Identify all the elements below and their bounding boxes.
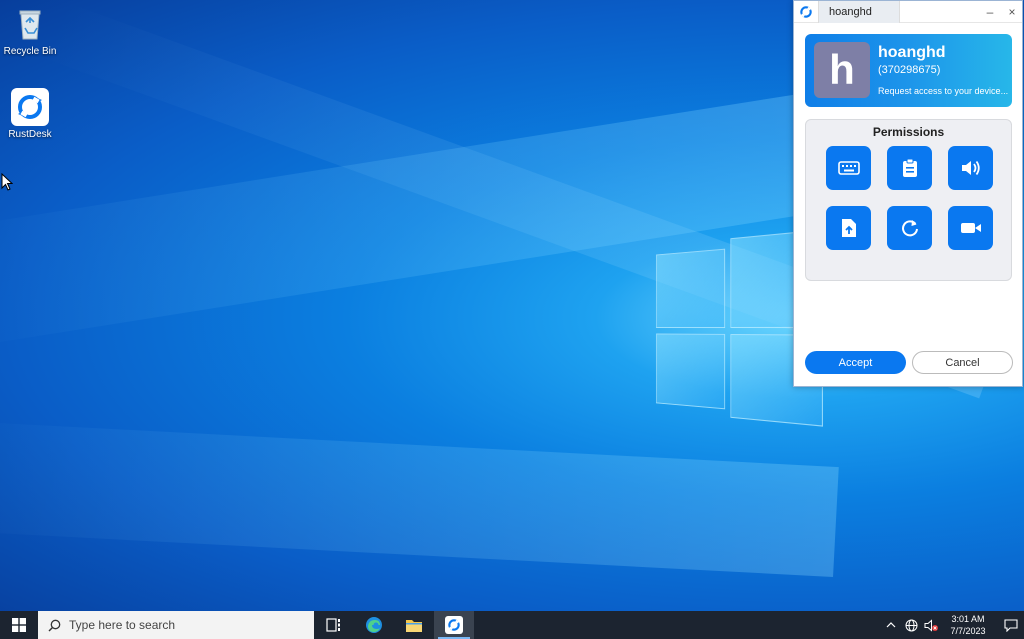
task-view-icon	[326, 618, 340, 632]
permission-recording-button[interactable]	[948, 206, 993, 250]
search-icon	[48, 619, 61, 631]
accept-button[interactable]: Accept	[805, 351, 906, 374]
file-transfer-icon	[841, 219, 856, 237]
recycle-bin-icon	[11, 5, 49, 43]
taskbar: Type here to search 3:01 AM 7/7/2023	[0, 611, 1024, 639]
desktop-icon-rustdesk[interactable]: RustDesk	[0, 88, 60, 140]
rustdesk-connection-window: hoanghd – × h hoanghd (370298675) Reques…	[793, 0, 1023, 387]
peer-id: (370298675)	[878, 64, 941, 76]
recording-icon	[960, 223, 981, 233]
clipboard-icon	[902, 158, 917, 177]
volume-muted-icon[interactable]	[924, 618, 938, 632]
permission-clipboard-button[interactable]	[887, 146, 932, 190]
permission-file-transfer-button[interactable]	[826, 206, 871, 250]
rustdesk-icon	[11, 88, 49, 126]
minimize-button[interactable]: –	[984, 5, 996, 19]
mouse-cursor-icon	[1, 173, 13, 191]
taskbar-clock[interactable]: 3:01 AM 7/7/2023	[944, 613, 992, 637]
system-tray: 3:01 AM 7/7/2023	[884, 611, 1024, 639]
taskbar-file-explorer[interactable]	[394, 611, 434, 639]
permissions-title: Permissions	[872, 125, 945, 139]
keyboard-icon	[837, 161, 860, 175]
permission-audio-button[interactable]	[948, 146, 993, 190]
permission-restart-button[interactable]	[887, 206, 932, 250]
search-placeholder: Type here to search	[69, 618, 176, 632]
clock-date: 7/7/2023	[950, 626, 986, 636]
audio-icon	[961, 160, 980, 176]
light-beam	[0, 420, 839, 577]
restart-icon	[901, 220, 918, 237]
desktop-icon-label: RustDesk	[8, 129, 52, 140]
taskbar-edge[interactable]	[354, 611, 394, 639]
taskbar-search-box[interactable]: Type here to search	[38, 611, 314, 639]
windows-icon	[12, 618, 26, 632]
rustdesk-icon	[445, 616, 463, 634]
clock-time: 3:01 AM	[951, 614, 985, 624]
taskbar-rustdesk[interactable]	[434, 611, 474, 639]
peer-name: hoanghd	[878, 44, 946, 61]
edge-icon	[366, 617, 382, 633]
network-globe-icon[interactable]	[904, 618, 918, 632]
close-button[interactable]: ×	[1006, 5, 1018, 19]
request-text: Request access to your device...	[878, 86, 1009, 96]
desktop-icon-label: Recycle Bin	[3, 46, 57, 57]
file-explorer-icon	[406, 619, 422, 632]
avatar: h	[814, 42, 870, 98]
notification-icon	[1004, 618, 1018, 632]
start-button[interactable]	[0, 611, 38, 639]
tab-connection[interactable]: hoanghd	[818, 0, 900, 23]
action-center-button[interactable]	[998, 611, 1024, 639]
rustdesk-logo-icon	[794, 1, 818, 23]
tray-overflow-chevron-up-icon[interactable]	[884, 618, 898, 632]
permission-keyboard-button[interactable]	[826, 146, 871, 190]
cancel-button[interactable]: Cancel	[912, 351, 1013, 374]
desktop-icon-recycle-bin[interactable]: Recycle Bin	[0, 5, 60, 57]
permissions-panel: Permissions	[805, 119, 1012, 281]
taskbar-task-view[interactable]	[314, 611, 354, 639]
peer-info-card: h hoanghd (370298675) Request access to …	[805, 34, 1012, 107]
window-titlebar: hoanghd – ×	[794, 0, 1022, 23]
